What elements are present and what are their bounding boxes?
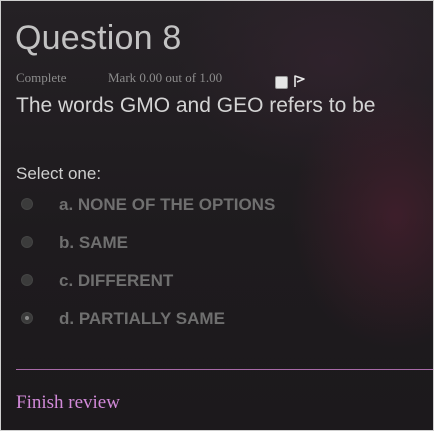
question-info: Complete Mark 0.00 out of 1.00 xyxy=(16,70,222,86)
flag-icon[interactable] xyxy=(292,74,306,88)
select-one-prompt: Select one: xyxy=(16,164,102,183)
radio-button[interactable] xyxy=(21,274,33,286)
question-status: Complete xyxy=(16,70,67,85)
flag-question-checkbox[interactable] xyxy=(275,76,288,89)
answer-label: c. DIFFERENT xyxy=(59,271,174,290)
radio-button[interactable] xyxy=(21,198,33,210)
question-panel: Question 8 Complete Mark 0.00 out of 1.0… xyxy=(0,0,434,431)
question-mark: Mark 0.00 out of 1.00 xyxy=(108,70,223,85)
answer-option-a[interactable]: a. NONE OF THE OPTIONS xyxy=(21,195,321,233)
answer-label: b. SAME xyxy=(59,233,128,252)
answer-option-b[interactable]: b. SAME xyxy=(21,233,321,271)
radio-button-selected[interactable] xyxy=(21,312,33,324)
answer-option-c[interactable]: c. DIFFERENT xyxy=(21,271,321,309)
answer-options: a. NONE OF THE OPTIONS b. SAME c. DIFFER… xyxy=(21,195,321,347)
answer-label: a. NONE OF THE OPTIONS xyxy=(59,195,276,214)
radio-button[interactable] xyxy=(21,236,33,248)
question-text: The words GMO and GEO refers to be xyxy=(16,94,376,117)
question-title: Question 8 xyxy=(15,19,182,57)
answer-label: d. PARTIALLY SAME xyxy=(59,309,225,328)
finish-review-link[interactable]: Finish review xyxy=(16,392,120,414)
divider xyxy=(16,369,433,370)
answer-option-d[interactable]: d. PARTIALLY SAME xyxy=(21,309,321,347)
